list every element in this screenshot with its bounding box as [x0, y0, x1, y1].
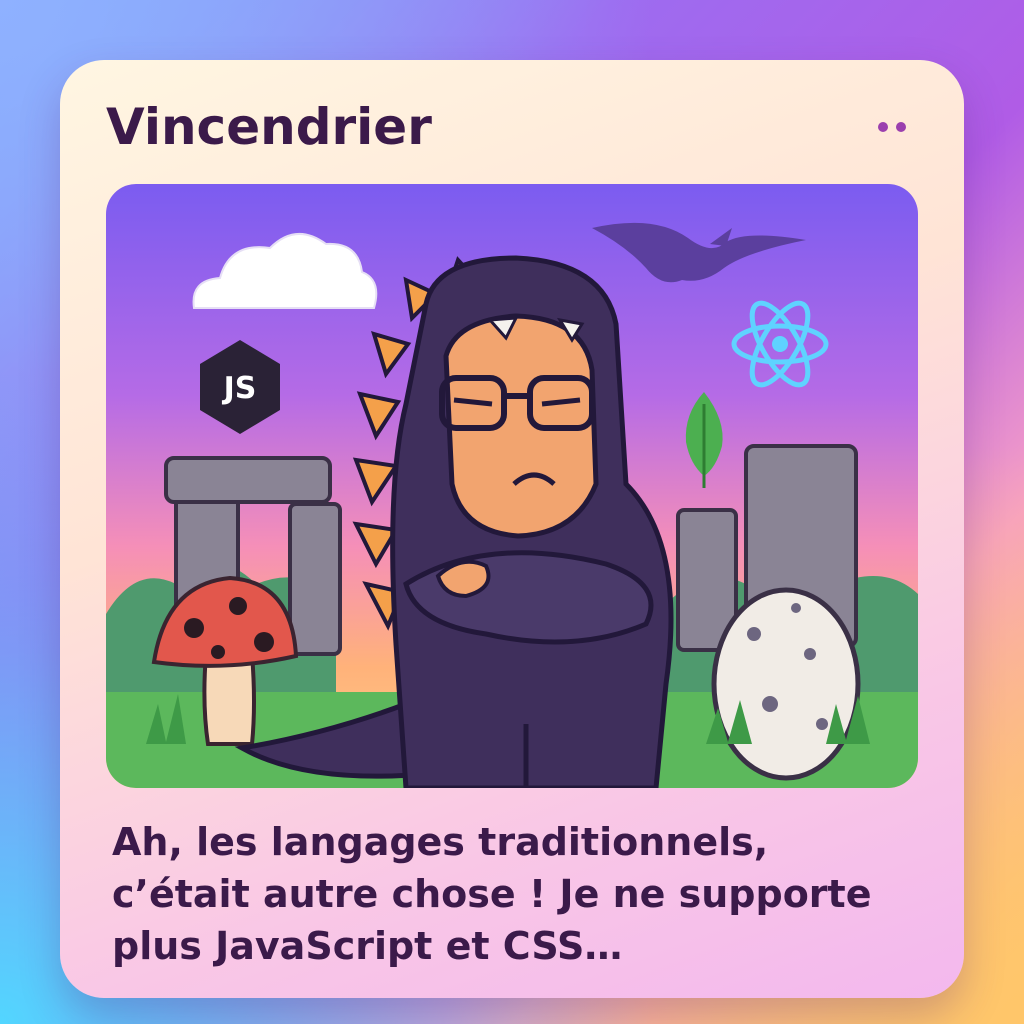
illustration: JS [106, 184, 918, 788]
more-options-icon[interactable] [878, 122, 906, 132]
menu-dot [896, 122, 906, 132]
js-badge-text: JS [222, 371, 257, 406]
illustration-canvas: JS [106, 184, 918, 788]
menu-dot [878, 122, 888, 132]
post-caption: Ah, les langages traditionnels, c’était … [112, 820, 872, 968]
post-card: Vincendrier JS Ah, les langages traditio… [60, 60, 964, 998]
card-title: Vincendrier [106, 98, 432, 156]
dinosaur-egg-icon [711, 587, 861, 781]
